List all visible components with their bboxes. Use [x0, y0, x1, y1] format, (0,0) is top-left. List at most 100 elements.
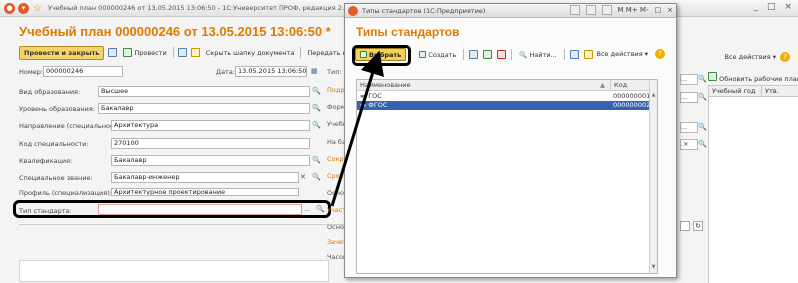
- memory-buttons[interactable]: M M+ M-: [618, 6, 649, 14]
- table-header: Наименование ▲ Код: [357, 80, 657, 91]
- right-field-stub[interactable]: .×: [680, 139, 698, 150]
- sort-arrow-icon: ▲: [600, 81, 605, 89]
- copy-icon[interactable]: [177, 48, 187, 57]
- main-window-title: Учебный план 000000246 от 13.05.2015 13:…: [48, 4, 377, 12]
- cancel-search-icon[interactable]: [569, 50, 579, 59]
- minimize-icon[interactable]: _: [753, 2, 758, 12]
- post-icon: [123, 48, 133, 57]
- create-icon: [419, 51, 427, 58]
- dialog-maximize-icon[interactable]: □: [655, 6, 662, 14]
- standard-types-dialog: Типы стандартов (1С:Предприятие) M M+ M-…: [344, 3, 677, 278]
- search-icon[interactable]: 🔍: [698, 140, 707, 149]
- folder-icon[interactable]: [190, 48, 200, 57]
- scroll-down-icon[interactable]: ▼: [650, 263, 657, 271]
- right-all-actions-button[interactable]: Все действия ▾: [725, 53, 776, 61]
- education-level-label: Уровень образования:: [19, 105, 95, 113]
- refresh-plans-button[interactable]: Обновить рабочие план: [708, 72, 798, 83]
- menu-arrow-icon[interactable]: ▾: [18, 3, 29, 14]
- search-icon[interactable]: 🔍: [312, 121, 321, 130]
- document-toolbar: Провести и закрыть Провести Скрыть шапку…: [19, 44, 387, 61]
- dialog-window-title: Типы стандартов (1С:Предприятие): [362, 7, 486, 15]
- right-field-stub[interactable]: ...: [680, 122, 698, 133]
- dialog-toolbar: Выбрать Создать 🔍 Найти... Все действия …: [349, 45, 674, 66]
- table-row-selected[interactable]: ▬ ФГОС 000000002: [357, 101, 650, 110]
- refresh-small-icon[interactable]: ↻: [693, 221, 703, 231]
- standard-types-table[interactable]: Наименование ▲ Код ▬ ГОС 000000001 ▬ ФГО…: [356, 79, 658, 274]
- specialty-code-row: Код специальности:: [19, 138, 89, 150]
- search-icon[interactable]: 🔍: [312, 87, 321, 96]
- find-button[interactable]: 🔍 Найти...: [517, 48, 558, 62]
- toolbar-divider: [463, 49, 465, 60]
- select-button-wrap: Выбрать: [352, 45, 411, 66]
- help-icon[interactable]: ?: [655, 49, 665, 59]
- table-scrollbar[interactable]: ▲ ▼: [649, 80, 657, 273]
- scroll-up-icon[interactable]: ▲: [650, 91, 657, 99]
- special-title-field[interactable]: Бакалавр-инженер: [111, 172, 299, 183]
- search-icon[interactable]: 🔍: [312, 173, 321, 182]
- favorite-star-icon[interactable]: ☆: [32, 3, 43, 14]
- select-button-highlight: [352, 45, 411, 66]
- specialty-code-field[interactable]: 270100: [111, 138, 310, 149]
- app-logo-icon: [348, 6, 358, 16]
- table-row[interactable]: ▬ ГОС 000000001: [357, 92, 651, 101]
- post-label: Провести: [134, 48, 167, 57]
- refresh-icon: [708, 72, 717, 81]
- education-type-row: Вид образования:: [19, 86, 80, 98]
- education-level-field[interactable]: Бакалавр: [98, 103, 310, 114]
- education-type-label: Вид образования:: [19, 88, 81, 96]
- edit-icon[interactable]: [483, 50, 493, 59]
- search-icon[interactable]: 🔍: [698, 93, 707, 102]
- search-icon[interactable]: 🔍: [312, 156, 321, 165]
- dialog-tool-icon[interactable]: [569, 5, 580, 15]
- maximize-icon[interactable]: □: [767, 2, 776, 12]
- search-icon[interactable]: 🔍: [312, 104, 321, 113]
- plans-grid[interactable]: Учебный год Утв.: [708, 85, 798, 283]
- dialog-titlebar: Типы стандартов (1С:Предприятие) M M+ M-…: [345, 4, 676, 18]
- calendar-icon[interactable]: ▦: [311, 67, 320, 76]
- hide-header-button[interactable]: Скрыть шапку документа: [204, 46, 297, 60]
- document-title: Учебный план 000000246 от 13.05.2015 13:…: [19, 24, 331, 39]
- app-logo-icon[interactable]: ●: [4, 3, 15, 14]
- direction-field[interactable]: Архитектура: [111, 120, 310, 131]
- post-and-close-button[interactable]: Провести и закрыть: [19, 45, 105, 60]
- education-type-field[interactable]: Высшее: [98, 86, 310, 97]
- copy-icon[interactable]: [469, 50, 479, 59]
- help-icon[interactable]: ?: [780, 52, 790, 62]
- profile-label: Профиль (специализация):: [19, 189, 112, 197]
- search-icon[interactable]: 🔍: [698, 75, 707, 84]
- item-icon: ▬: [360, 101, 369, 109]
- search-icon[interactable]: 🔍: [698, 123, 707, 132]
- dialog-heading: Типы стандартов: [356, 25, 460, 39]
- folder-icon[interactable]: [583, 50, 593, 59]
- row-code: 000000001: [613, 92, 651, 100]
- titlebar-icons: ● ▾ ☆: [4, 3, 43, 14]
- education-level-row: Уровень образования:: [19, 103, 95, 115]
- right-field-stub[interactable]: ...: [680, 92, 698, 103]
- post-button[interactable]: Провести: [121, 46, 168, 60]
- right-field-stub[interactable]: ...: [680, 74, 698, 85]
- col-name-header[interactable]: Наименование: [357, 80, 611, 91]
- number-row: Номер:: [19, 66, 43, 78]
- window-controls: _ □ ×: [753, 2, 792, 12]
- date-field[interactable]: 13.05.2015 13:06:50: [235, 66, 307, 77]
- dialog-tool-icon[interactable]: [585, 5, 596, 15]
- dialog-all-actions-button[interactable]: Все действия ▾: [597, 50, 648, 58]
- toolbar-divider: [563, 49, 565, 60]
- toolbar-divider: [172, 47, 174, 58]
- dialog-close-icon[interactable]: ×: [667, 6, 673, 14]
- close-icon[interactable]: ×: [784, 2, 792, 12]
- number-field[interactable]: 000000246: [43, 66, 123, 77]
- row-name: ▬ ФГОС: [360, 101, 387, 110]
- row-name: ▬ ГОС: [360, 92, 382, 101]
- qualification-label: Квалификация:: [19, 157, 73, 165]
- col-code-header[interactable]: Код: [610, 80, 650, 91]
- dialog-tool-icon[interactable]: [601, 5, 612, 15]
- create-button[interactable]: Создать: [417, 48, 458, 62]
- checkbox[interactable]: [680, 221, 690, 231]
- qualification-field[interactable]: Бакалавр: [111, 155, 310, 166]
- delete-icon[interactable]: [497, 50, 507, 59]
- toolbar-divider: [511, 49, 513, 60]
- save-icon[interactable]: [108, 48, 118, 57]
- clear-icon[interactable]: ✕: [300, 173, 309, 182]
- profile-field[interactable]: Архитектурное проектирование: [111, 188, 299, 196]
